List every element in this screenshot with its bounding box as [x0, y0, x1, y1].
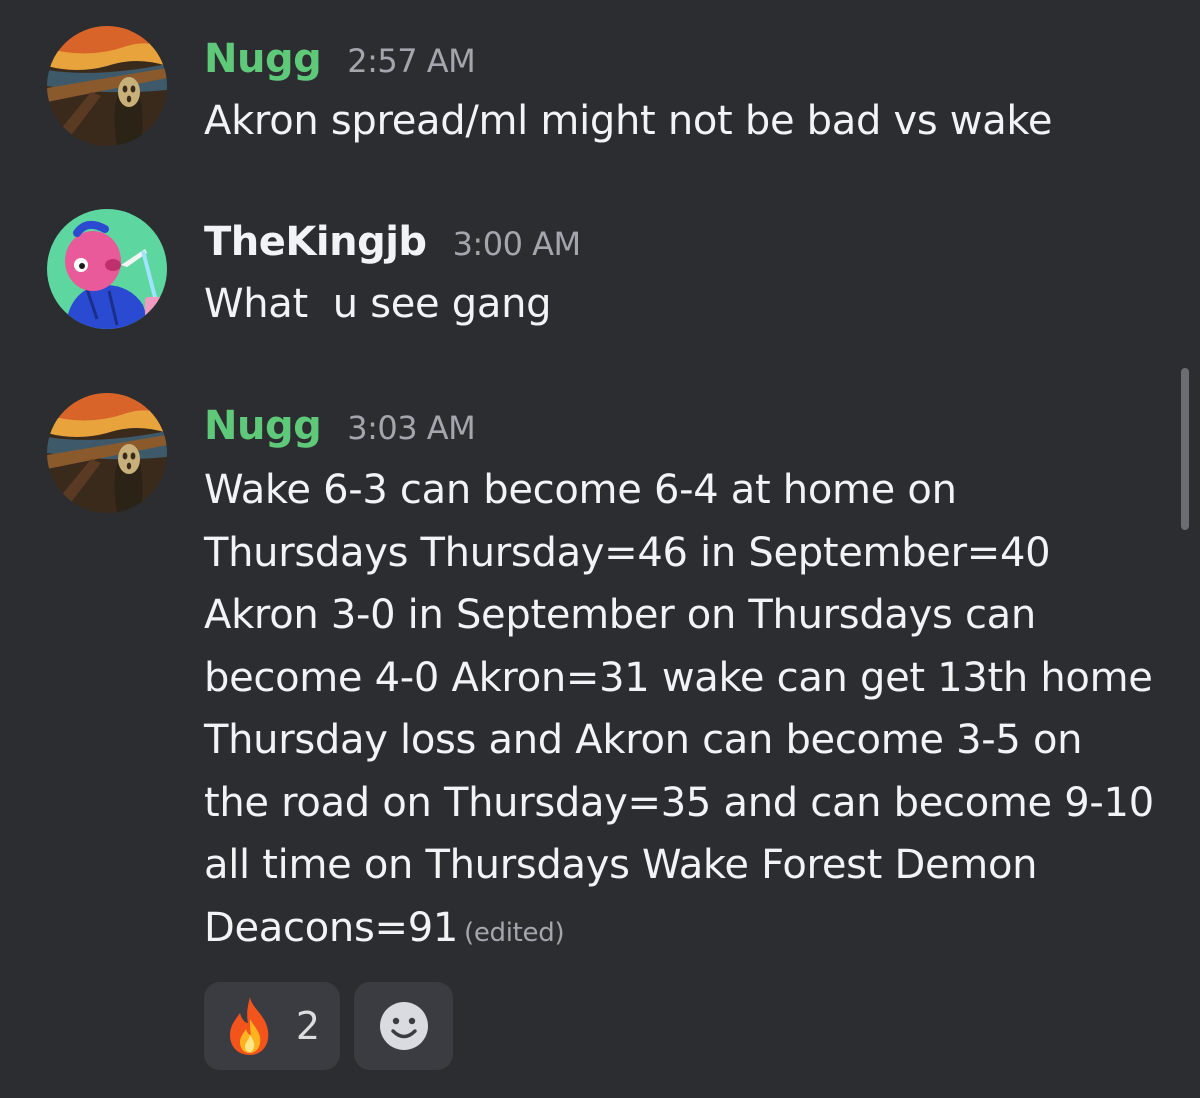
message-line-text: Deacons=91: [204, 904, 458, 951]
add-reaction-button[interactable]: [354, 982, 453, 1070]
fire-icon: [230, 997, 269, 1055]
username[interactable]: Nugg: [204, 36, 322, 82]
message-line: all time on Thursdays Wake Forest Demon: [204, 842, 1038, 888]
message-header: Nugg 3:03 AM: [204, 403, 476, 449]
cartoon-character-avatar-icon: [47, 209, 167, 329]
message-content: Wake 6-3 can become 6-4 at home on Thurs…: [204, 459, 1154, 964]
fire-reaction-button[interactable]: 2: [204, 982, 340, 1070]
timestamp: 2:57 AM: [347, 42, 476, 80]
avatar[interactable]: [47, 393, 167, 513]
username[interactable]: TheKingjb: [204, 219, 427, 265]
scrollbar-thumb[interactable]: [1181, 368, 1189, 530]
message-header: TheKingjb 3:00 AM: [204, 219, 581, 265]
message-line-last: Deacons=91 (edited): [204, 897, 1154, 965]
edited-label: (edited): [464, 917, 565, 948]
message-content: What u see gang: [204, 273, 552, 336]
reaction-bar: 2: [204, 982, 453, 1070]
reaction-count: 2: [295, 1004, 320, 1048]
add-reaction-icon: [379, 1002, 428, 1050]
message-line: What u see gang: [204, 281, 552, 327]
message-line: Thursdays Thursday=46 in September=40: [204, 529, 1051, 576]
message-line: Akron spread/ml might not be bad vs wake: [204, 98, 1053, 144]
message-line: Thursday loss and Akron can become 3-5 o…: [204, 717, 1083, 763]
chat-view: Nugg 2:57 AM Akron spread/ml might not b…: [0, 0, 1200, 1098]
username[interactable]: Nugg: [204, 403, 322, 449]
message-line: Wake 6-3 can become 6-4 at home on: [204, 467, 957, 513]
avatar[interactable]: [47, 209, 167, 329]
timestamp: 3:00 AM: [452, 225, 582, 263]
message-line: the road on Thursday=35 and can become 9…: [204, 779, 1154, 826]
scream-painting-icon: [47, 393, 167, 513]
message-header: Nugg 2:57 AM: [204, 36, 476, 82]
message-content: Akron spread/ml might not be bad vs wake: [204, 90, 1052, 153]
next-message-partial: [204, 1090, 564, 1098]
timestamp: 3:03 AM: [347, 409, 476, 447]
scream-painting-icon: [47, 26, 167, 146]
message-line: Akron 3-0 in September on Thursdays can: [204, 592, 1036, 638]
avatar[interactable]: [47, 26, 167, 146]
message-line: become 4-0 Akron=31 wake can get 13th ho…: [204, 654, 1153, 701]
